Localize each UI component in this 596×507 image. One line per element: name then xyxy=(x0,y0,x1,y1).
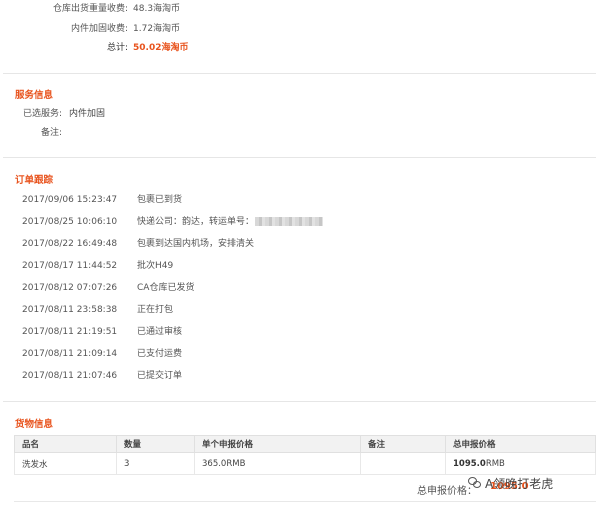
fee-label: 仓库出货重量收费: xyxy=(52,4,128,14)
service-label: 已选服务: xyxy=(22,109,62,119)
fee-row-total: 总计: 50.02海淘币 xyxy=(0,41,596,55)
column-header-total-price: 总申报价格 xyxy=(445,435,596,453)
divider xyxy=(3,73,596,74)
fee-label: 内件加固收费: xyxy=(70,24,128,34)
tracking-row: 2017/08/12 07:07:26 CA仓库已发货 xyxy=(22,281,194,295)
goods-name: 洗发水 xyxy=(14,452,117,475)
tracking-message: 包裹到达国内机场，安排清关 xyxy=(137,239,255,249)
tracking-time: 2017/08/11 21:07:46 xyxy=(22,371,118,381)
tracking-message: 正在打包 xyxy=(137,305,174,315)
column-header-name: 品名 xyxy=(14,435,117,453)
tracking-row: 2017/08/11 21:19:51 已通过审核 xyxy=(22,325,182,339)
tracking-message: 快递公司：韵达，转运单号： xyxy=(137,217,255,227)
tracking-message: CA仓库已发货 xyxy=(137,283,195,293)
tracking-row: 2017/08/17 11:44:52 批次H49 xyxy=(22,259,173,273)
watermark-text: A领晚打老虎 xyxy=(485,476,554,491)
divider xyxy=(3,401,596,402)
goods-qty: 3 xyxy=(116,452,195,475)
tracking-row: 2017/09/06 15:23:47 包裹已到货 xyxy=(22,193,182,207)
total-label: 总计: xyxy=(106,43,128,53)
goods-total-number: 1095.0 xyxy=(453,458,486,469)
goods-table: 品名 数量 单个申报价格 备注 总申报价格 洗发水 3 365.0RMB 109… xyxy=(14,435,596,475)
tracking-message: 批次H49 xyxy=(137,261,174,271)
tracking-time: 2017/08/12 07:07:26 xyxy=(22,283,118,293)
tracking-time: 2017/08/11 23:58:38 xyxy=(22,305,118,315)
service-row-note: 备注: xyxy=(0,126,596,140)
service-value: 内件加固 xyxy=(69,109,106,119)
tracking-row: 2017/08/11 21:07:46 已提交订单 xyxy=(22,369,182,383)
goods-total-price: 1095.0RMB xyxy=(445,452,596,475)
table-row: 洗发水 3 365.0RMB 1095.0RMB xyxy=(14,452,596,475)
tracking-row: 2017/08/11 21:09:14 已支付运费 xyxy=(22,347,182,361)
tracking-message: 已提交订单 xyxy=(137,371,183,381)
service-section-title: 服务信息 xyxy=(15,90,54,101)
fee-row-weight: 仓库出货重量收费: 48.3海淘币 xyxy=(0,2,596,16)
fee-value: 1.72海淘币 xyxy=(133,24,181,34)
tracking-row: 2017/08/11 23:58:38 正在打包 xyxy=(22,303,173,317)
column-header-note: 备注 xyxy=(360,435,446,453)
total-value: 50.02海淘币 xyxy=(133,43,189,53)
tracking-message: 包裹已到货 xyxy=(137,195,183,205)
wechat-logo-icon xyxy=(468,476,482,490)
tracking-row: 2017/08/22 16:49:48 包裹到达国内机场，安排清关 xyxy=(22,237,254,251)
tracking-time: 2017/08/17 11:44:52 xyxy=(22,261,118,271)
fee-row-reinforce: 内件加固收费: 1.72海淘币 xyxy=(0,22,596,36)
goods-unit-price: 365.0RMB xyxy=(194,452,361,475)
tracking-time: 2017/08/22 16:49:48 xyxy=(22,239,118,249)
redacted-tracking-number xyxy=(255,217,324,226)
tracking-row: 2017/08/25 10:06:10 快递公司：韵达，转运单号： xyxy=(22,215,324,229)
divider xyxy=(3,157,596,158)
note-label: 备注: xyxy=(40,128,62,138)
service-row-selected: 已选服务: 内件加固 xyxy=(0,107,596,121)
tracking-message: 已支付运费 xyxy=(137,349,183,359)
tracking-time: 2017/08/11 21:19:51 xyxy=(22,327,118,337)
tracking-time: 2017/08/25 10:06:10 xyxy=(22,217,118,227)
column-header-qty: 数量 xyxy=(116,435,195,453)
tracking-time: 2017/09/06 15:23:47 xyxy=(22,195,118,205)
fee-value: 48.3海淘币 xyxy=(133,4,181,14)
watermark: A领晚打老虎 xyxy=(468,473,553,493)
tracking-message: 已通过审核 xyxy=(137,327,183,337)
goods-total-unit: RMB xyxy=(485,458,505,469)
goods-note xyxy=(360,452,446,475)
column-header-unit-price: 单个申报价格 xyxy=(194,435,361,453)
goods-header-row: 品名 数量 单个申报价格 备注 总申报价格 xyxy=(14,435,596,453)
tracking-time: 2017/08/11 21:09:14 xyxy=(22,349,118,359)
goods-section-title: 货物信息 xyxy=(15,419,54,430)
tracking-section-title: 订单跟踪 xyxy=(15,175,54,186)
